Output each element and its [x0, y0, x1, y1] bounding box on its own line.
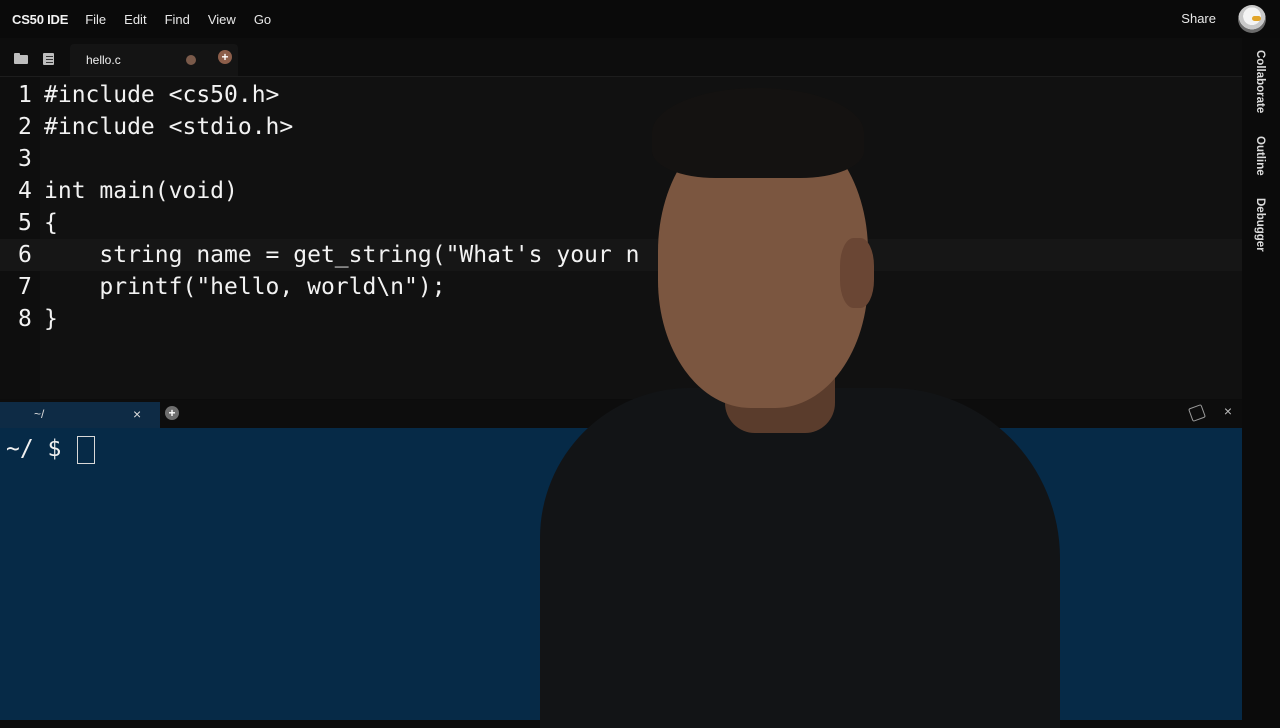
menu-view[interactable]: View	[208, 12, 236, 27]
code-line[interactable]: 4 int main(void)	[0, 175, 1242, 207]
add-terminal-button[interactable]: +	[165, 406, 179, 420]
line-number: 7	[18, 274, 32, 300]
file-list-icon[interactable]	[43, 53, 57, 65]
line-text: }	[44, 306, 58, 332]
close-panel-icon[interactable]: ×	[1224, 403, 1232, 419]
add-tab-button[interactable]: +	[218, 50, 232, 64]
maximize-icon[interactable]	[1188, 404, 1206, 422]
code-line[interactable]: 2 #include <stdio.h>	[0, 111, 1242, 143]
code-editor[interactable]: 1 #include <cs50.h> 2 #include <stdio.h> 3…	[0, 77, 1242, 399]
close-icon[interactable]: ×	[133, 406, 141, 422]
app-title: CS50 IDE	[12, 11, 69, 27]
line-number: 6	[18, 242, 32, 268]
menu-file[interactable]: File	[85, 12, 106, 27]
terminal-tab-bar: ~/ × + ×	[0, 400, 1242, 428]
tab-debugger[interactable]: Debugger	[1254, 198, 1266, 252]
code-line-active[interactable]: 6 string name = get_string("What's your …	[0, 239, 1242, 271]
duck-beak	[1252, 16, 1261, 21]
code-line[interactable]: 7 printf("hello, world\n");	[0, 271, 1242, 303]
terminal-prompt: ~/ $	[6, 436, 62, 462]
menu-go[interactable]: Go	[254, 12, 271, 27]
line-number: 1	[18, 82, 32, 108]
line-number: 8	[18, 306, 32, 332]
line-text: string name = get_string("What's your n	[44, 242, 640, 268]
side-panel: Collaborate Outline Debugger	[1242, 38, 1280, 720]
share-button[interactable]: Share	[1181, 11, 1216, 26]
unsaved-dot-icon[interactable]	[186, 55, 196, 65]
folder-icon[interactable]	[14, 53, 28, 64]
line-text: printf("hello, world\n");	[44, 274, 446, 300]
line-text: #include <stdio.h>	[44, 114, 294, 140]
editor-tab-bar: hello.c +	[0, 38, 1242, 77]
line-number: 4	[18, 178, 32, 204]
terminal-tab-label: ~/	[34, 407, 45, 421]
terminal-tab[interactable]: ~/ ×	[0, 402, 160, 428]
tab-hello-c[interactable]: hello.c	[70, 44, 238, 76]
line-text: #include <cs50.h>	[44, 82, 280, 108]
code-line[interactable]: 5{	[0, 207, 1242, 239]
terminal[interactable]: ~/ $	[0, 428, 1242, 720]
tab-label: hello.c	[86, 53, 121, 67]
tab-outline[interactable]: Outline	[1254, 136, 1266, 176]
line-number: 5	[18, 210, 32, 236]
line-number: 2	[18, 114, 32, 140]
line-text: {	[44, 210, 58, 236]
menu-find[interactable]: Find	[165, 12, 190, 27]
code-line[interactable]: 1 #include <cs50.h>	[0, 79, 1242, 111]
tab-collaborate[interactable]: Collaborate	[1254, 50, 1266, 113]
line-number: 3	[18, 146, 32, 172]
code-line[interactable]: 3	[0, 143, 1242, 175]
code-line[interactable]: 8}	[0, 303, 1242, 335]
line-text: int main(void)	[44, 178, 238, 204]
menu-edit[interactable]: Edit	[124, 12, 146, 27]
menu-bar: CS50 IDE File Edit Find View Go Share	[0, 0, 1280, 38]
terminal-cursor	[77, 436, 95, 464]
duck-avatar-icon[interactable]	[1238, 5, 1266, 33]
